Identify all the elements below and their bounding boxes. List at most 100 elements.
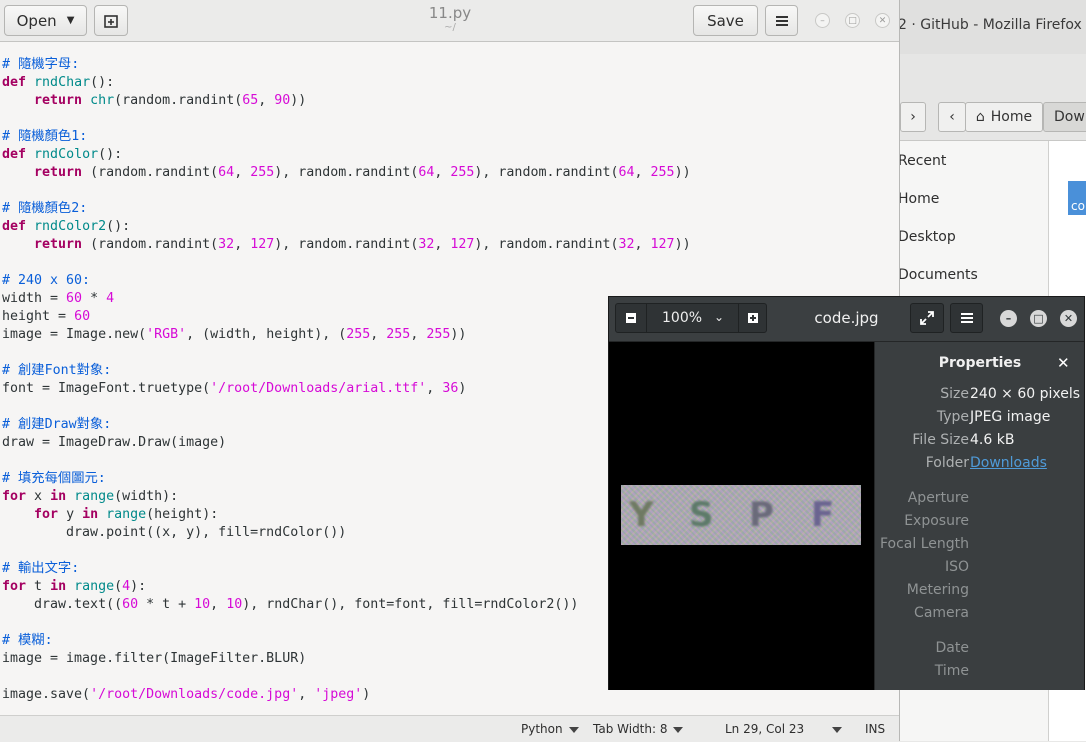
sidebar-item-home[interactable]: Home bbox=[898, 191, 939, 207]
property-value-type: JPEG image bbox=[970, 409, 1051, 425]
close-icon[interactable]: ✕ bbox=[1057, 354, 1070, 372]
sidebar-item-documents[interactable]: Documents bbox=[898, 267, 978, 283]
minimize-icon: – bbox=[1005, 312, 1012, 325]
code-token: ) bbox=[458, 381, 467, 396]
code-token: width = bbox=[2, 291, 67, 306]
zoom-level[interactable]: 100% bbox=[646, 304, 738, 332]
viewer-close-button[interactable]: ✕ bbox=[1060, 310, 1077, 327]
code-token: ), random.randint( bbox=[474, 237, 619, 252]
cursor-position-label: Ln 29, Col 23 bbox=[725, 722, 805, 736]
open-button[interactable]: Open ▼ bbox=[4, 5, 87, 36]
code-line: def rndChar(): bbox=[2, 74, 114, 92]
code-token: 65 bbox=[242, 93, 259, 108]
code-token: (random.randint( bbox=[82, 165, 219, 180]
code-token: # 240 x 60: bbox=[2, 273, 91, 288]
menu-button[interactable] bbox=[765, 5, 798, 36]
cursor-position[interactable]: Ln 29, Col 23 bbox=[725, 722, 804, 736]
save-button[interactable]: Save bbox=[693, 5, 758, 36]
code-token: ( bbox=[114, 579, 123, 594]
viewer-maximize-button[interactable]: □ bbox=[1030, 310, 1047, 327]
zoom-out-button[interactable] bbox=[616, 304, 647, 332]
code-token: for bbox=[2, 489, 27, 504]
code-token: rndColor2 bbox=[34, 219, 107, 234]
folder-link[interactable]: Downloads bbox=[970, 455, 1047, 471]
sidebar-item-desktop[interactable]: Desktop bbox=[898, 229, 956, 245]
fullscreen-button[interactable] bbox=[910, 303, 944, 333]
path-current-button[interactable]: Dow bbox=[1043, 102, 1086, 132]
captcha-letter: F bbox=[811, 495, 835, 535]
close-button[interactable]: ✕ bbox=[875, 13, 890, 28]
code-token: 32 bbox=[218, 237, 235, 252]
viewer-minimize-button[interactable]: – bbox=[1000, 310, 1017, 327]
code-token: y bbox=[58, 507, 83, 522]
code-line: def rndColor(): bbox=[2, 146, 122, 164]
code-token: draw.point((x, y), fill=rndColor()) bbox=[2, 525, 347, 540]
path-home-button[interactable]: ⌂ Home bbox=[965, 102, 1043, 132]
code-line: for y in range(height): bbox=[2, 506, 218, 524]
code-token: 127 bbox=[250, 237, 275, 252]
code-token: return bbox=[34, 165, 83, 180]
code-token: ), random.randint( bbox=[274, 165, 419, 180]
code-token: 90 bbox=[274, 93, 291, 108]
code-token: 255 bbox=[250, 165, 275, 180]
code-token: in bbox=[50, 579, 67, 594]
viewer-menu-button[interactable] bbox=[950, 303, 983, 333]
code-token: # 填充每個圖元: bbox=[2, 471, 106, 486]
captcha-image: Y S P F bbox=[621, 485, 861, 545]
code-line: # 240 x 60: bbox=[2, 272, 90, 290]
zoom-out-icon bbox=[626, 313, 636, 323]
firefox-window-title: 2 · GitHub - Mozilla Firefox bbox=[898, 17, 1082, 33]
property-value-file-size: 4.6 kB bbox=[970, 432, 1015, 448]
code-token: t bbox=[26, 579, 51, 594]
image-viewer-window: 100% ⌄ code.jpg – □ ✕ Y S P F Properties… bbox=[608, 296, 1085, 690]
path-back-button[interactable]: ‹ bbox=[938, 102, 966, 132]
firefox-titlebar[interactable]: 2 · GitHub - Mozilla Firefox bbox=[880, 0, 1086, 55]
code-line: def rndColor2(): bbox=[2, 218, 130, 236]
code-line: # 隨機顏色1: bbox=[2, 128, 87, 146]
code-token: # 創建Draw對象: bbox=[2, 417, 112, 432]
forward-button[interactable]: › bbox=[900, 102, 926, 132]
tab-width-selector[interactable]: Tab Width: 8 bbox=[593, 722, 684, 736]
file-item[interactable]: co bbox=[1068, 181, 1086, 215]
code-token: for bbox=[34, 507, 59, 522]
document-title: 11.py bbox=[428, 4, 472, 22]
maximize-button[interactable]: □ bbox=[845, 13, 860, 28]
close-icon: ✕ bbox=[1063, 312, 1074, 325]
code-line: # 隨機顏色2: bbox=[2, 200, 87, 218]
code-token: 32 bbox=[418, 237, 435, 252]
code-token: chr bbox=[90, 93, 115, 108]
zoom-in-button[interactable] bbox=[738, 304, 767, 332]
close-icon: ✕ bbox=[878, 15, 887, 26]
code-token: (): bbox=[90, 75, 115, 90]
exif-label-exposure: Exposure bbox=[904, 513, 969, 529]
code-line: for t in range(4): bbox=[2, 578, 146, 596]
language-selector[interactable]: Python bbox=[521, 722, 579, 736]
path-current-label: Dow bbox=[1054, 109, 1085, 125]
minimize-button[interactable]: – bbox=[815, 13, 830, 28]
position-menu-button[interactable] bbox=[826, 722, 842, 736]
new-document-button[interactable] bbox=[94, 5, 128, 36]
code-token: # 隨機字母: bbox=[2, 57, 80, 72]
image-canvas[interactable]: Y S P F bbox=[609, 342, 874, 690]
code-token: 255 bbox=[346, 327, 371, 342]
code-token: '/root/Downloads/arial.ttf' bbox=[210, 381, 427, 396]
code-token: ), random.randint( bbox=[474, 165, 619, 180]
code-token: 'jpeg' bbox=[314, 687, 363, 702]
code-token: rndColor bbox=[34, 147, 99, 162]
captcha-letter: P bbox=[749, 495, 774, 535]
code-token: )) bbox=[674, 165, 691, 180]
language-label: Python bbox=[521, 722, 563, 736]
code-token: def bbox=[2, 219, 27, 234]
chevron-down-icon[interactable]: ⌄ bbox=[714, 310, 724, 324]
code-token: , (width, height), ( bbox=[186, 327, 347, 342]
sidebar-item-recent[interactable]: Recent bbox=[898, 153, 946, 169]
code-token: , bbox=[634, 165, 651, 180]
exif-label-metering: Metering bbox=[906, 582, 969, 598]
